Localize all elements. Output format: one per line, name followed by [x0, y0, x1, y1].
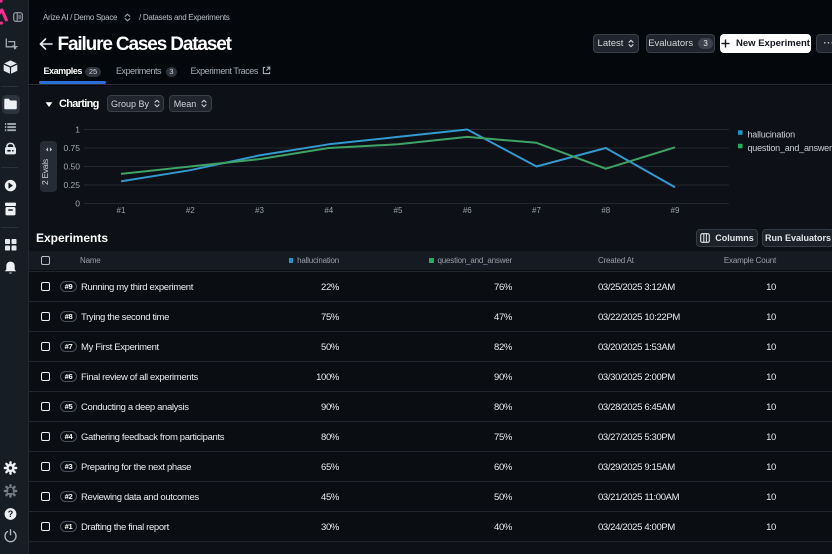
svg-text:#1: #1	[117, 206, 126, 215]
svg-text:#6: #6	[463, 206, 472, 215]
svg-text:0.75: 0.75	[63, 143, 80, 153]
svg-text:#4: #4	[324, 206, 333, 215]
svg-text:question_and_answer: question_and_answer	[748, 143, 832, 153]
svg-text:#3: #3	[255, 206, 264, 215]
svg-text:#7: #7	[532, 206, 541, 215]
svg-text:#9: #9	[671, 206, 680, 215]
svg-text:#2: #2	[186, 206, 195, 215]
svg-text:hallucination: hallucination	[748, 129, 796, 139]
svg-text:1: 1	[75, 125, 80, 135]
svg-text:0.50: 0.50	[63, 162, 80, 172]
svg-text:#5: #5	[394, 206, 403, 215]
svg-text:#8: #8	[601, 206, 610, 215]
svg-text:?: ?	[7, 509, 13, 519]
svg-text:0: 0	[75, 199, 80, 209]
svg-text:0.25: 0.25	[63, 180, 80, 190]
